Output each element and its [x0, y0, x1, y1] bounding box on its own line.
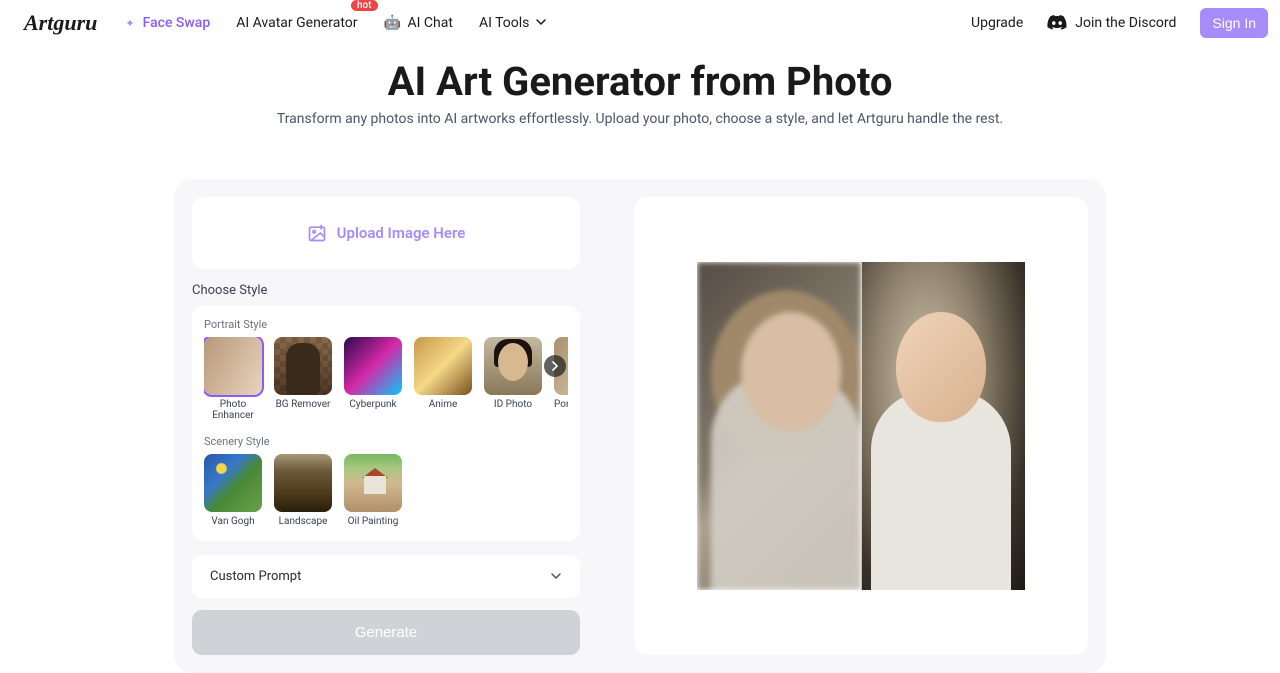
upload-label: Upload Image Here — [337, 224, 466, 242]
portrait-style-row: Photo Enhancer BG Remover Cyberpunk Anim… — [204, 337, 568, 421]
chevron-down-icon — [535, 16, 547, 31]
style-landscape[interactable]: Landscape — [274, 454, 332, 527]
style-thumb — [204, 454, 262, 512]
style-label: BG Remover — [274, 399, 332, 410]
style-van-gogh[interactable]: Van Gogh — [204, 454, 262, 527]
custom-prompt-label: Custom Prompt — [210, 569, 301, 584]
upload-area[interactable]: Upload Image Here — [192, 197, 580, 269]
nav-right: Upgrade Join the Discord Sign In — [971, 8, 1268, 38]
generate-button[interactable]: Generate — [192, 610, 580, 655]
page-subtitle: Transform any photos into AI artworks ef… — [0, 111, 1280, 127]
sign-in-button[interactable]: Sign In — [1200, 8, 1268, 38]
page-title: AI Art Generator from Photo — [0, 58, 1280, 105]
scenery-section-label: Scenery Style — [204, 435, 568, 448]
nav-avatar-label: AI Avatar Generator — [236, 15, 357, 31]
style-label: Anime — [414, 399, 472, 410]
main-panel: Upload Image Here Choose Style Portrait … — [174, 179, 1106, 673]
preview-after — [861, 262, 1025, 590]
style-bg-remover[interactable]: BG Remover — [274, 337, 332, 421]
nav-discord-label: Join the Discord — [1075, 15, 1176, 31]
nav-ai-chat-label: AI Chat — [408, 15, 453, 31]
style-label: Photo Enhancer — [204, 399, 262, 421]
style-thumb — [274, 337, 332, 395]
style-thumb — [414, 337, 472, 395]
style-thumb — [344, 454, 402, 512]
style-thumb — [274, 454, 332, 512]
style-label: Landscape — [274, 516, 332, 527]
next-styles-button[interactable] — [544, 355, 566, 377]
hot-badge: hot — [351, 0, 378, 11]
style-photo-enhancer[interactable]: Photo Enhancer — [204, 337, 262, 421]
scenery-style-row: Van Gogh Landscape Oil Painting — [204, 454, 568, 527]
preview-comparison[interactable] — [697, 262, 1025, 590]
nav-ai-tools-label: AI Tools — [479, 15, 529, 31]
header: Artguru ✦ Face Swap AI Avatar Generator … — [0, 0, 1280, 46]
nav-avatar-generator[interactable]: AI Avatar Generator hot — [236, 15, 357, 31]
nav-ai-chat[interactable]: 🤖 AI Chat — [384, 14, 453, 32]
style-thumb — [344, 337, 402, 395]
style-thumb — [204, 337, 262, 395]
portrait-section-label: Portrait Style — [204, 318, 568, 331]
style-card: Portrait Style Photo Enhancer BG Remover… — [192, 306, 580, 541]
style-oil-painting[interactable]: Oil Painting — [344, 454, 402, 527]
style-label: Cyberpunk — [344, 399, 402, 410]
style-portrait[interactable]: Portrait — [554, 337, 568, 421]
style-thumb — [484, 337, 542, 395]
comparison-divider[interactable] — [861, 262, 862, 590]
controls-column: Upload Image Here Choose Style Portrait … — [192, 197, 580, 655]
style-label: Portrait — [554, 399, 568, 410]
nav-discord[interactable]: Join the Discord — [1047, 15, 1176, 31]
nav-ai-tools[interactable]: AI Tools — [479, 15, 547, 31]
preview-before — [697, 262, 861, 590]
style-cyberpunk[interactable]: Cyberpunk — [344, 337, 402, 421]
nav-face-swap-label: Face Swap — [143, 15, 211, 31]
style-label: ID Photo — [484, 399, 542, 410]
style-id-photo[interactable]: ID Photo — [484, 337, 542, 421]
hero: AI Art Generator from Photo Transform an… — [0, 46, 1280, 145]
custom-prompt-toggle[interactable]: Custom Prompt — [192, 555, 580, 598]
sparkle-icon: ✦ — [125, 17, 134, 30]
style-anime[interactable]: Anime — [414, 337, 472, 421]
nav-left: ✦ Face Swap AI Avatar Generator hot 🤖 AI… — [125, 14, 971, 32]
nav-upgrade[interactable]: Upgrade — [971, 15, 1023, 31]
style-label: Oil Painting — [344, 516, 402, 527]
choose-style-label: Choose Style — [192, 283, 580, 298]
preview-panel — [634, 197, 1088, 655]
upload-image-icon — [307, 223, 327, 243]
chevron-right-icon — [551, 361, 559, 371]
style-label: Van Gogh — [204, 516, 262, 527]
brand-logo[interactable]: Artguru — [24, 10, 97, 36]
discord-icon — [1047, 15, 1067, 31]
nav-face-swap[interactable]: ✦ Face Swap — [125, 15, 210, 31]
robot-icon: 🤖 — [384, 14, 402, 32]
chevron-down-icon — [550, 567, 562, 586]
